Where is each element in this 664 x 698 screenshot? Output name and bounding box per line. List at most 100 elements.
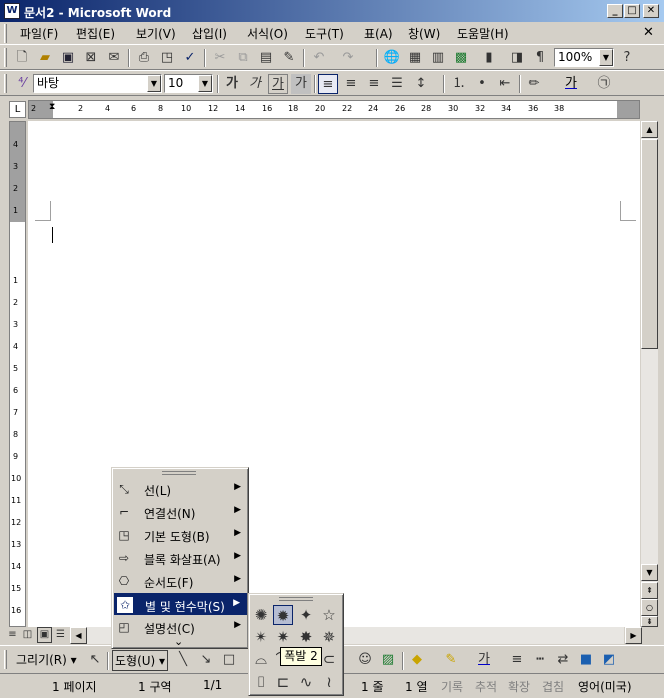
autoshapes-menu-button[interactable]: 도형(U) ▾ bbox=[112, 650, 169, 671]
menu-tools[interactable]: 도구(T) bbox=[305, 25, 344, 42]
explosion-2-icon[interactable]: ✹ bbox=[273, 605, 293, 625]
justify-left-icon[interactable]: ≡ bbox=[318, 74, 338, 94]
star-32-icon[interactable]: ✵ bbox=[319, 627, 339, 647]
arrow-icon[interactable]: ↘ bbox=[196, 650, 216, 670]
bold-button[interactable]: 가 bbox=[222, 74, 242, 94]
status-ovr[interactable]: 겹침 bbox=[542, 678, 564, 695]
paste-icon[interactable]: ▤ bbox=[256, 48, 276, 68]
maximize-button[interactable]: □ bbox=[624, 4, 640, 18]
outline-view-icon[interactable]: ☰ bbox=[54, 627, 67, 643]
explosion-1-icon[interactable]: ✺ bbox=[251, 605, 271, 625]
minimize-button[interactable]: _ bbox=[607, 4, 623, 18]
web-view-icon[interactable]: ◫ bbox=[21, 627, 34, 643]
vertical-scrollbar[interactable]: ▲ ▼ ⇞ ○ ⇟ bbox=[641, 121, 658, 627]
shadow-style-icon[interactable]: ■ bbox=[576, 650, 596, 670]
permission-icon[interactable]: ⊠ bbox=[81, 48, 101, 68]
menu-window[interactable]: 창(W) bbox=[408, 25, 440, 42]
menu-item-block-arrows[interactable]: ⇨ 블록 화살표(A) ▶ bbox=[114, 547, 247, 569]
italic-button[interactable]: 가 bbox=[245, 74, 265, 94]
print-icon[interactable]: ⎙ bbox=[134, 48, 154, 68]
undo-icon[interactable]: ↶ bbox=[309, 48, 329, 68]
print-layout-view-icon[interactable]: ▣ bbox=[37, 627, 52, 643]
spelling-icon[interactable]: ✓ bbox=[180, 48, 200, 68]
toolbar-grip[interactable] bbox=[4, 74, 7, 93]
open-icon[interactable]: ▰ bbox=[35, 48, 55, 68]
numbering-icon[interactable]: ⒈ bbox=[449, 74, 469, 94]
menu-item-lines[interactable]: ⤡ 선(L) ▶ bbox=[114, 478, 247, 500]
menu-edit[interactable]: 편집(E) bbox=[76, 25, 115, 42]
new-icon[interactable]: 🗋 bbox=[12, 48, 32, 68]
star-4-icon[interactable]: ✦ bbox=[296, 605, 316, 625]
menu-file[interactable]: 파일(F) bbox=[20, 25, 58, 42]
menubar-grip[interactable] bbox=[4, 24, 7, 43]
phonetic-guide-icon[interactable]: ㉠ bbox=[594, 74, 614, 94]
highlight-icon[interactable]: ✏ bbox=[524, 74, 544, 94]
draw-font-color-button[interactable]: 가 bbox=[474, 650, 494, 670]
chevron-down-icon[interactable]: ▼ bbox=[599, 49, 613, 66]
zoom-combo[interactable]: 100% ▼ bbox=[554, 48, 614, 67]
dash-style-icon[interactable]: ┅ bbox=[530, 650, 550, 670]
save-icon[interactable]: ▣ bbox=[58, 48, 78, 68]
status-trk[interactable]: 추적 bbox=[475, 678, 497, 695]
menu-view[interactable]: 보기(V) bbox=[136, 25, 176, 42]
styles-icon[interactable]: ⁴⁄ bbox=[12, 74, 32, 94]
expand-menu-icon[interactable]: ⌄ bbox=[174, 636, 183, 647]
decrease-indent-icon[interactable]: ⇤ bbox=[495, 74, 515, 94]
normal-view-icon[interactable]: ≡ bbox=[6, 627, 19, 643]
underline-button[interactable]: 가 bbox=[268, 74, 288, 94]
line-spacing-icon[interactable]: ↕ bbox=[411, 74, 431, 94]
scroll-up-icon[interactable]: ▲ bbox=[641, 121, 658, 138]
font-size-combo[interactable]: 10 ▼ bbox=[164, 74, 213, 93]
show-hide-icon[interactable]: ¶ bbox=[530, 48, 550, 68]
insert-table-icon[interactable]: ▥ bbox=[428, 48, 448, 68]
format-painter-icon[interactable]: ✎ bbox=[279, 48, 299, 68]
scroll-left-icon[interactable]: ◀ bbox=[70, 627, 87, 644]
tab-selector[interactable]: L bbox=[9, 101, 26, 118]
document-map-icon[interactable]: ◨ bbox=[507, 48, 527, 68]
font-color-button[interactable]: 가 bbox=[561, 74, 581, 94]
star-16-icon[interactable]: ✷ bbox=[273, 627, 293, 647]
insert-excel-icon[interactable]: ▩ bbox=[451, 48, 471, 68]
menu-table[interactable]: 표(A) bbox=[364, 25, 393, 42]
ribbon-down-icon[interactable]: ⌓ bbox=[251, 649, 271, 669]
chevron-down-icon[interactable]: ▼ bbox=[198, 75, 212, 92]
prev-page-icon[interactable]: ⇞ bbox=[641, 582, 658, 599]
curved-ribbon-up-icon[interactable]: ⊂ bbox=[319, 649, 339, 669]
vertical-scroll-icon[interactable]: ⌷ bbox=[251, 672, 271, 692]
copy-icon[interactable]: ⧉ bbox=[233, 48, 253, 68]
next-page-icon[interactable]: ⇟ bbox=[641, 616, 658, 627]
insert-clipart-icon[interactable]: ☺ bbox=[355, 650, 375, 670]
star-8-icon[interactable]: ✴ bbox=[251, 627, 271, 647]
insert-picture-icon[interactable]: ▨ bbox=[378, 650, 398, 670]
distribute-icon[interactable]: ☰ bbox=[387, 74, 407, 94]
menu-item-connectors[interactable]: ⌐ 연결선(N) ▶ bbox=[114, 501, 247, 523]
line-icon[interactable]: ╲ bbox=[173, 650, 193, 670]
submenu-drag-grip[interactable] bbox=[279, 597, 313, 601]
align-right-icon[interactable]: ≡ bbox=[364, 74, 384, 94]
line-style-icon[interactable]: ≡ bbox=[507, 650, 527, 670]
close-button[interactable]: ✕ bbox=[643, 4, 659, 18]
double-wave-icon[interactable]: ≀ bbox=[319, 672, 339, 692]
scroll-right-icon[interactable]: ▶ bbox=[625, 627, 642, 644]
horizontal-ruler[interactable]: ⧗ 2 2 4 6 8 10 12 14 16 18 20 22 24 26 2… bbox=[28, 100, 640, 119]
style-combo[interactable]: 바탕 ▼ bbox=[33, 74, 162, 93]
char-shading-button[interactable]: 가 bbox=[291, 74, 311, 94]
print-preview-icon[interactable]: ◳ bbox=[157, 48, 177, 68]
menu-item-stars-banners[interactable]: ✩ 별 및 현수막(S) ▶ bbox=[114, 593, 247, 615]
help-icon[interactable]: ? bbox=[617, 48, 637, 68]
tables-borders-icon[interactable]: ▦ bbox=[405, 48, 425, 68]
menu-drag-grip[interactable] bbox=[162, 471, 196, 475]
columns-icon[interactable]: ▮ bbox=[479, 48, 499, 68]
browse-object-icon[interactable]: ○ bbox=[641, 599, 658, 616]
toolbar-grip[interactable] bbox=[4, 48, 7, 67]
indent-marker-icon[interactable]: ⧗ bbox=[49, 102, 55, 112]
vertical-ruler[interactable]: 4 3 2 1 1 2 3 4 5 6 7 8 9 10 11 12 13 14… bbox=[9, 121, 26, 627]
bullets-icon[interactable]: • bbox=[472, 74, 492, 94]
toolbar-grip[interactable] bbox=[4, 650, 7, 669]
email-icon[interactable]: ✉ bbox=[104, 48, 124, 68]
hyperlink-icon[interactable]: 🌐 bbox=[382, 48, 402, 68]
rectangle-icon[interactable]: □ bbox=[219, 650, 239, 670]
scroll-down-icon[interactable]: ▼ bbox=[641, 564, 658, 581]
menu-format[interactable]: 서식(O) bbox=[247, 25, 288, 42]
menu-item-basic-shapes[interactable]: ◳ 기본 도형(B) ▶ bbox=[114, 524, 247, 546]
